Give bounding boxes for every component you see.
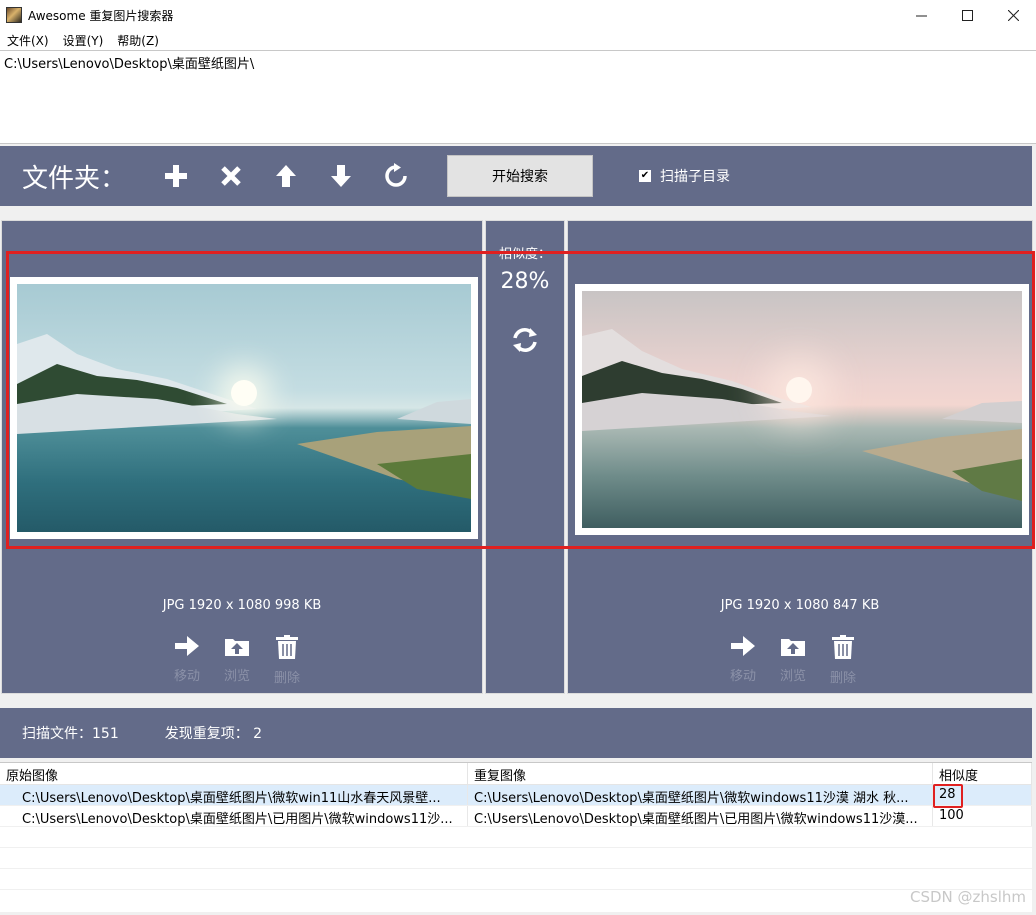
arrow-down-icon bbox=[330, 165, 351, 187]
menu-help[interactable]: 帮助(Z) bbox=[110, 32, 166, 49]
cell-duplicate: C:\Users\Lenovo\Desktop\桌面壁纸图片\微软windows… bbox=[468, 785, 933, 805]
maximize-icon bbox=[961, 9, 973, 21]
original-browse-button[interactable]: 浏览 bbox=[222, 635, 252, 686]
close-button[interactable] bbox=[990, 0, 1036, 30]
remove-icon bbox=[220, 166, 241, 186]
original-image-info: JPG 1920 x 1080 998 KB bbox=[162, 598, 322, 613]
title-bar: Awesome 重复图片搜索器 bbox=[0, 0, 1036, 30]
menu-settings[interactable]: 设置(Y) bbox=[56, 32, 111, 49]
cell-duplicate: C:\Users\Lenovo\Desktop\桌面壁纸图片\已用图片\微软wi… bbox=[468, 806, 933, 826]
table-row[interactable]: C:\Users\Lenovo\Desktop\桌面壁纸图片\微软win11山水… bbox=[0, 785, 1032, 806]
table-header: 原始图像 重复图像 相似度 bbox=[0, 763, 1032, 785]
scanned-count: 扫描文件：151 bbox=[22, 726, 119, 742]
original-browse-label: 浏览 bbox=[223, 669, 250, 684]
window-title: Awesome 重复图片搜索器 bbox=[28, 8, 174, 23]
duplicate-image-panel: JPG 1920 x 1080 847 KB 移动 浏览 删除 bbox=[567, 220, 1033, 694]
cell-original: C:\Users\Lenovo\Desktop\桌面壁纸图片\微软win11山水… bbox=[0, 785, 468, 805]
duplicate-delete-label: 删除 bbox=[829, 671, 856, 686]
table-row[interactable]: C:\Users\Lenovo\Desktop\桌面壁纸图片\已用图片\微软wi… bbox=[0, 806, 1032, 827]
column-original[interactable]: 原始图像 bbox=[0, 763, 468, 784]
refresh-icon bbox=[384, 163, 407, 187]
original-delete-label: 删除 bbox=[273, 671, 300, 686]
app-window: Awesome 重复图片搜索器 文件(X) 设置(Y) 帮助(Z) C:\Use… bbox=[0, 0, 1036, 915]
similarity-value: 28% bbox=[500, 269, 550, 294]
original-image-thumbnail bbox=[17, 284, 471, 532]
scan-status-bar: 扫描文件：151 发现重复项： 2 bbox=[0, 708, 1032, 758]
remove-folder-button[interactable] bbox=[203, 156, 258, 196]
duplicate-browse-label: 浏览 bbox=[779, 669, 806, 684]
results-table[interactable]: 原始图像 重复图像 相似度 C:\Users\Lenovo\Desktop\桌面… bbox=[0, 762, 1032, 912]
column-duplicate[interactable]: 重复图像 bbox=[468, 763, 933, 784]
compare-area: JPG 1920 x 1080 998 KB 移动 浏览 删除 相似度： 28%… bbox=[0, 220, 1036, 694]
folder-path-entry[interactable]: C:\Users\Lenovo\Desktop\桌面壁纸图片\ bbox=[4, 53, 1032, 72]
duplicate-image-frame[interactable] bbox=[575, 284, 1029, 535]
cell-similarity: 100 bbox=[933, 806, 1032, 826]
minimize-icon bbox=[915, 15, 927, 16]
original-image-panel: JPG 1920 x 1080 998 KB 移动 浏览 删除 bbox=[1, 220, 483, 694]
duplicate-browse-button[interactable]: 浏览 bbox=[778, 635, 808, 686]
app-icon bbox=[6, 7, 22, 23]
add-icon bbox=[164, 165, 187, 187]
scan-subdir-label: 扫描子目录 bbox=[660, 169, 730, 185]
arrow-up-icon bbox=[275, 165, 296, 187]
table-row-empty bbox=[0, 869, 1032, 890]
original-image-actions: 移动 浏览 删除 bbox=[172, 635, 302, 686]
original-image-frame[interactable] bbox=[10, 277, 478, 539]
folder-toolbar: 文件夹： 开始搜索 ✔ 扫描子目录 bbox=[0, 146, 1032, 206]
duplicate-image-info: JPG 1920 x 1080 847 KB bbox=[720, 598, 880, 613]
original-move-button[interactable]: 移动 bbox=[172, 635, 202, 686]
original-delete-button[interactable]: 删除 bbox=[272, 635, 302, 686]
duplicate-delete-button[interactable]: 删除 bbox=[828, 635, 858, 686]
duplicate-image-actions: 移动 浏览 删除 bbox=[728, 635, 858, 686]
similarity-label: 相似度： bbox=[498, 247, 551, 262]
menu-bar: 文件(X) 设置(Y) 帮助(Z) bbox=[0, 30, 1036, 50]
swap-images-button[interactable] bbox=[510, 325, 540, 355]
sunset-graphic bbox=[786, 377, 812, 403]
highlight-box-similarity bbox=[933, 784, 963, 808]
swap-icon bbox=[513, 328, 537, 352]
duplicate-move-button[interactable]: 移动 bbox=[728, 635, 758, 686]
sun-graphic bbox=[231, 380, 257, 406]
folder-upload-icon bbox=[225, 639, 249, 656]
table-row-empty bbox=[0, 827, 1032, 848]
folder-label: 文件夹： bbox=[22, 163, 127, 194]
scan-subdir-option[interactable]: ✔ 扫描子目录 bbox=[639, 166, 730, 186]
duplicate-count: 发现重复项： 2 bbox=[164, 726, 263, 742]
duplicate-move-label: 移动 bbox=[729, 669, 756, 684]
refresh-button[interactable] bbox=[368, 156, 423, 196]
minimize-button[interactable] bbox=[898, 0, 944, 30]
move-up-button[interactable] bbox=[258, 156, 313, 196]
trash-icon bbox=[832, 635, 854, 659]
table-row-empty bbox=[0, 848, 1032, 869]
duplicate-image-thumbnail bbox=[582, 291, 1022, 528]
cell-original: C:\Users\Lenovo\Desktop\桌面壁纸图片\已用图片\微软wi… bbox=[0, 806, 468, 826]
close-icon bbox=[1007, 9, 1019, 21]
watermark: CSDN @zhslhm bbox=[909, 888, 1026, 906]
trash-icon bbox=[276, 635, 298, 659]
menu-file[interactable]: 文件(X) bbox=[0, 32, 56, 49]
move-down-button[interactable] bbox=[313, 156, 368, 196]
maximize-button[interactable] bbox=[944, 0, 990, 30]
scan-subdir-checkbox[interactable]: ✔ bbox=[639, 170, 651, 182]
add-folder-button[interactable] bbox=[148, 156, 203, 196]
original-move-label: 移动 bbox=[173, 669, 200, 684]
folder-upload-icon bbox=[781, 639, 805, 656]
column-similarity[interactable]: 相似度 bbox=[933, 763, 1032, 784]
folder-path-list[interactable]: C:\Users\Lenovo\Desktop\桌面壁纸图片\ bbox=[0, 50, 1036, 144]
similarity-panel: 相似度： 28% bbox=[485, 220, 565, 694]
start-search-button[interactable]: 开始搜索 bbox=[447, 155, 593, 197]
arrow-right-icon bbox=[731, 636, 755, 656]
arrow-right-icon bbox=[175, 636, 199, 656]
